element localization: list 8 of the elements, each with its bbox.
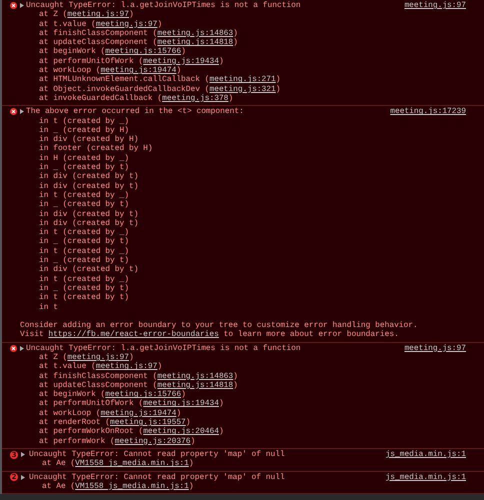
expand-arrow-icon[interactable] [20,346,24,351]
expand-arrow-icon[interactable] [20,3,24,8]
expand-arrow-icon[interactable] [21,452,25,458]
expand-arrow-icon[interactable] [21,474,25,480]
error-icon [10,2,17,10]
expand-arrow-icon[interactable] [20,109,24,114]
error-icon [10,344,17,352]
error-icon [10,108,17,116]
